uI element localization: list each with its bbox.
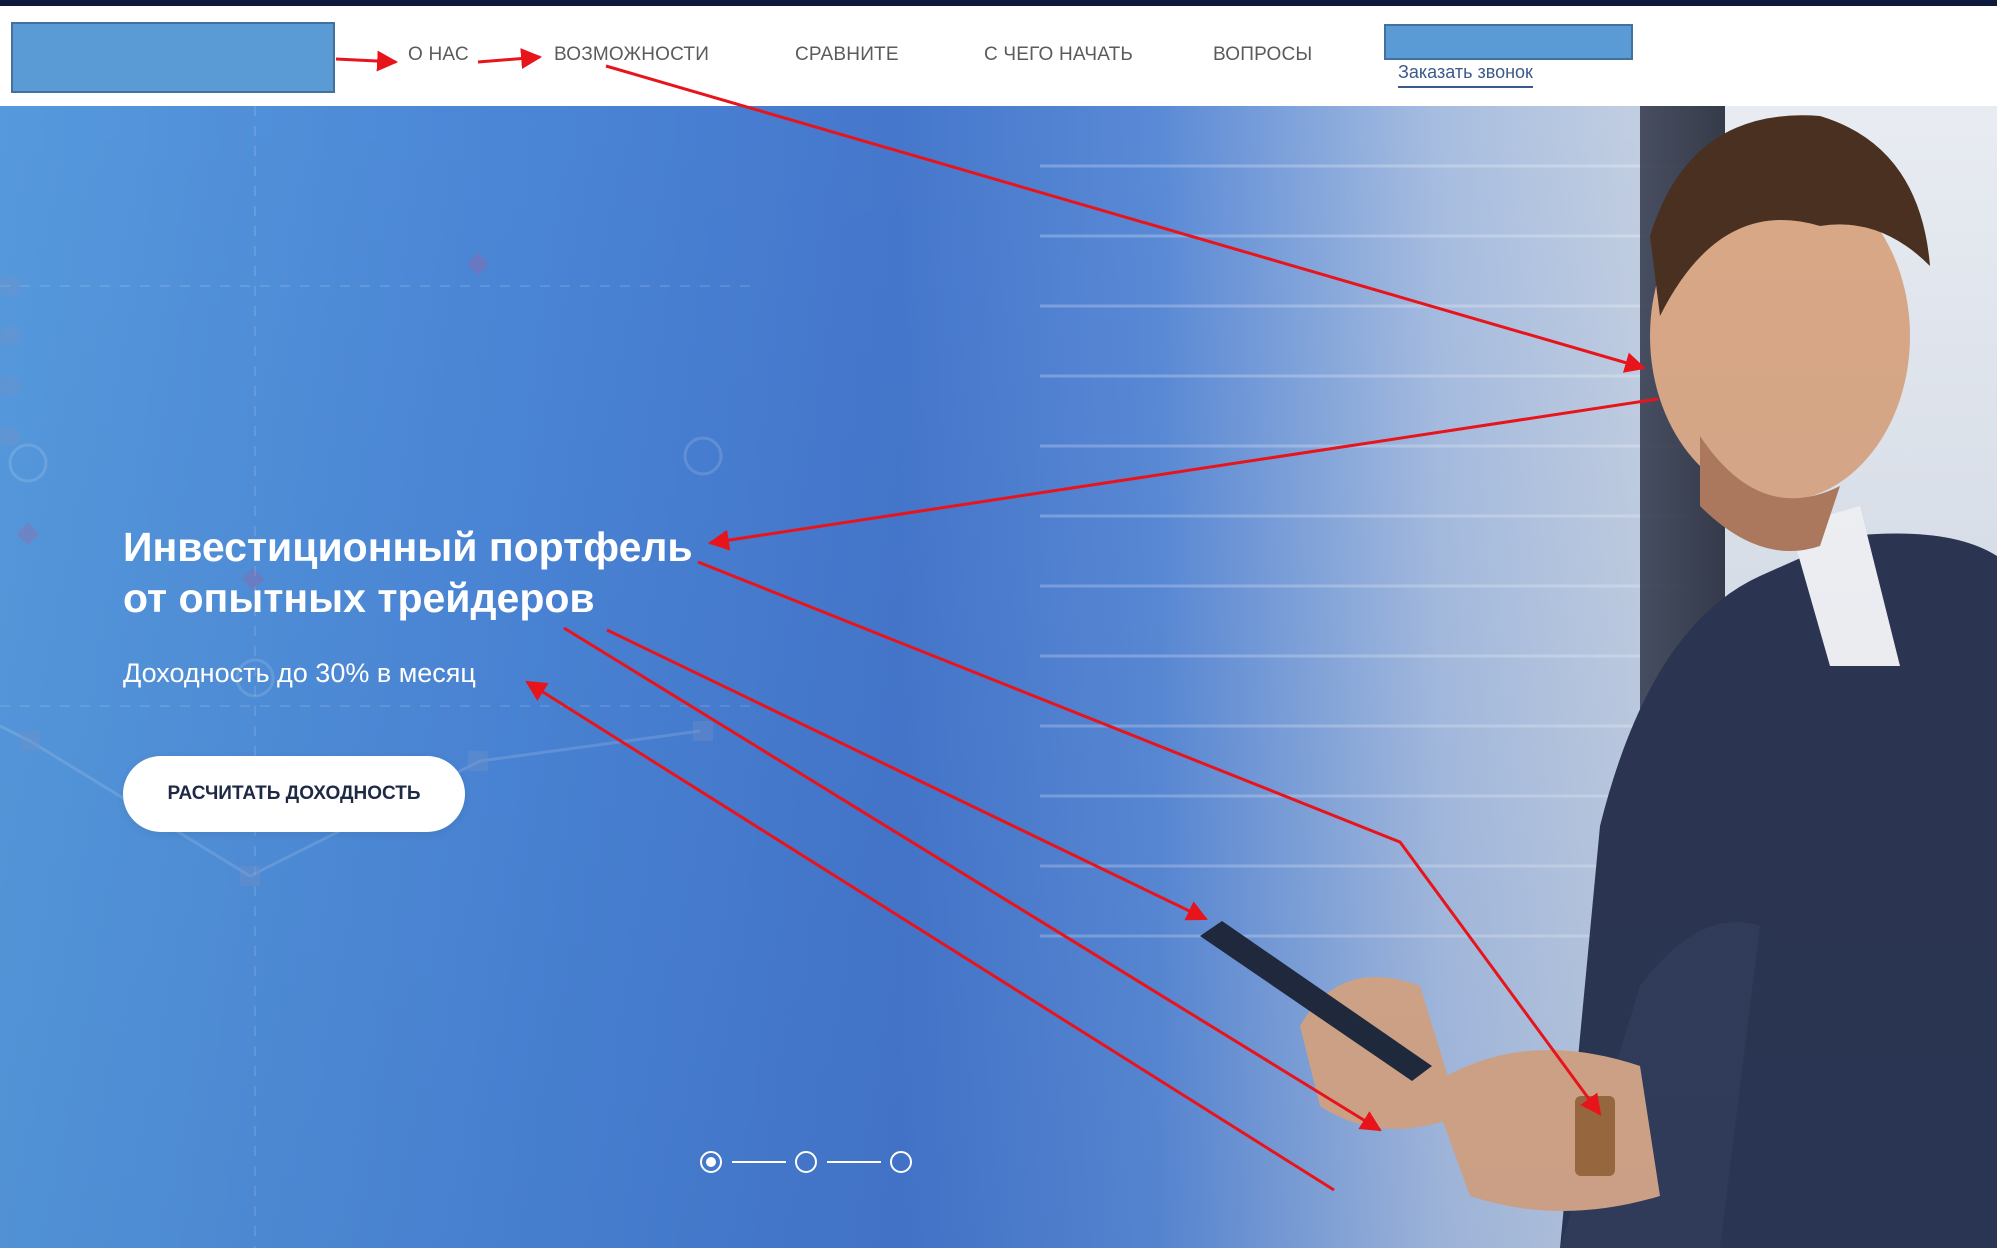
slide-dot-3[interactable] [890, 1151, 912, 1173]
nav-item-faq[interactable]: ВОПРОСЫ [1213, 44, 1312, 66]
nav-item-getting-started[interactable]: С ЧЕГО НАЧАТЬ [984, 44, 1133, 66]
slide-dot-2[interactable] [795, 1151, 817, 1173]
hero-title-line-1: Инвестиционный портфель [123, 524, 693, 570]
site-header: О НАС ВОЗМОЖНОСТИ СРАВНИТЕ С ЧЕГО НАЧАТЬ… [0, 6, 1997, 106]
hero-subtitle: Доходность до 30% в месяц [123, 658, 476, 688]
phone-placeholder[interactable] [1384, 24, 1633, 60]
slider-connector [732, 1161, 786, 1163]
slide-dot-1[interactable] [700, 1151, 722, 1173]
hero-banner: Инвестиционный портфель от опытных трейд… [0, 106, 1997, 1248]
nav-item-about[interactable]: О НАС [408, 44, 469, 66]
calculate-returns-button[interactable]: РАСЧИТАТЬ ДОХОДНОСТЬ [123, 756, 465, 832]
logo-placeholder[interactable] [11, 22, 335, 93]
slider-pagination [700, 1148, 920, 1178]
nav-item-compare[interactable]: СРАВНИТЕ [795, 44, 899, 66]
slider-connector [827, 1161, 881, 1163]
hero-title: Инвестиционный портфель от опытных трейд… [123, 522, 693, 624]
request-callback-link[interactable]: Заказать звонок [1398, 62, 1533, 88]
hero-title-line-2: от опытных трейдеров [123, 575, 595, 621]
nav-item-features[interactable]: ВОЗМОЖНОСТИ [554, 44, 709, 66]
